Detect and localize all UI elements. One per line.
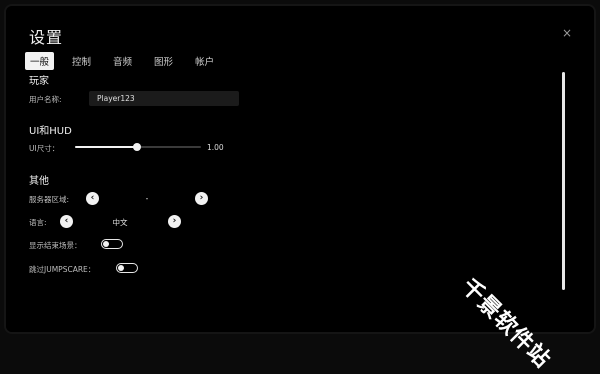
tab-graphics[interactable]: 图形: [150, 52, 177, 70]
server-region-value: -: [145, 194, 149, 203]
skip-jumpscare-label: 跳过JUMPSCARE：: [29, 265, 96, 274]
skip-jumpscare-toggle-knob: [118, 264, 124, 271]
tab-account[interactable]: 帐户: [191, 52, 218, 70]
ui-size-slider-fill: [75, 146, 137, 148]
tab-bar: 一般 控制 音频 图形 帐户: [25, 52, 232, 70]
tab-general[interactable]: 一般: [25, 52, 55, 70]
server-region-next-icon[interactable]: ›: [195, 192, 208, 205]
page-title: 设置: [29, 28, 64, 47]
ui-size-value: 1.00: [207, 143, 224, 152]
skip-jumpscare-toggle[interactable]: [116, 263, 138, 273]
tab-audio[interactable]: 音频: [109, 52, 136, 70]
section-title-other: 其他: [29, 176, 49, 187]
ui-size-slider[interactable]: [75, 143, 201, 151]
server-region-prev-icon[interactable]: ‹: [86, 192, 99, 205]
section-title-player: 玩家: [29, 76, 49, 87]
language-value: 中文: [112, 218, 128, 227]
ui-size-slider-thumb[interactable]: [132, 143, 141, 151]
close-icon[interactable]: ×: [562, 26, 572, 40]
show-end-scene-toggle-knob: [103, 240, 109, 247]
language-label: 语言:: [29, 218, 47, 227]
ui-size-label: UI尺寸：: [29, 144, 60, 153]
show-end-scene-toggle[interactable]: [101, 239, 123, 249]
section-title-ui-hud: UI和HUD: [29, 126, 72, 137]
language-prev-icon[interactable]: ‹: [60, 215, 73, 228]
tab-controls[interactable]: 控制: [68, 52, 95, 70]
username-label: 用户名称:: [29, 95, 62, 104]
username-field[interactable]: Player123: [89, 91, 239, 106]
server-region-label: 服务器区域:: [29, 195, 70, 204]
language-next-icon[interactable]: ›: [168, 215, 181, 228]
show-end-scene-label: 显示结束场景：: [29, 241, 82, 250]
scrollbar[interactable]: [562, 72, 565, 290]
